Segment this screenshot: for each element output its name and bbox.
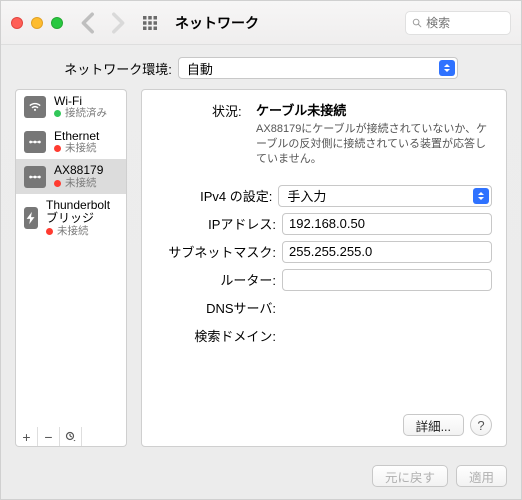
ipv4-config-popup[interactable]: 手入力 xyxy=(278,185,492,207)
status-subtext: AX88179にケーブルが接続されていないか、ケーブルの反対側に接続されている装… xyxy=(256,122,492,167)
router-label: ルーター: xyxy=(156,270,276,289)
status-label: 状況: xyxy=(212,101,246,120)
add-service-button[interactable]: + xyxy=(16,427,38,446)
help-button[interactable]: ? xyxy=(470,414,492,436)
back-button[interactable] xyxy=(79,12,101,34)
sidebar-item-name: Ethernet xyxy=(54,130,99,143)
revert-button[interactable]: 元に戻す xyxy=(372,465,448,487)
status-dot-icon xyxy=(46,228,53,235)
status-dot-icon xyxy=(54,145,61,152)
search-domain-label: 検索ドメイン: xyxy=(156,326,276,345)
ip-address-field[interactable] xyxy=(282,213,492,235)
status-header: 状況: ケーブル未接続 AX88179にケーブルが接続されていないか、ケーブルの… xyxy=(212,100,492,167)
chevron-updown-icon xyxy=(439,60,455,76)
detail-pane: 状況: ケーブル未接続 AX88179にケーブルが接続されていないか、ケーブルの… xyxy=(141,89,507,447)
window-footer: 元に戻す 適用 xyxy=(1,457,521,499)
wifi-icon xyxy=(24,96,46,118)
ipv4-form: IPv4 の設定: 手入力 IPアドレス: サブネットマスク: xyxy=(156,185,492,353)
search-domain-value xyxy=(282,325,492,347)
zoom-icon[interactable] xyxy=(51,17,63,29)
detail-footer: 詳細... ? xyxy=(156,406,492,436)
sidebar-item-status: 接続済み xyxy=(65,108,107,120)
sidebar-item-status: 未接続 xyxy=(57,226,89,238)
location-value: 自動 xyxy=(187,59,213,78)
apply-button[interactable]: 適用 xyxy=(456,465,507,487)
sidebar-item-status: 未接続 xyxy=(65,178,97,190)
sidebar-item-name: AX88179 xyxy=(54,164,103,177)
ethernet-icon xyxy=(24,166,46,188)
ipv4-config-value: 手入力 xyxy=(287,186,326,205)
router-field[interactable] xyxy=(282,269,492,291)
sidebar-item-thunderbolt-ブリッジ[interactable]: Thunderbolt ブリッジ未接続 xyxy=(16,194,126,242)
status-value: ケーブル未接続 xyxy=(256,100,492,119)
status-dot-icon xyxy=(54,110,61,117)
chevron-updown-icon xyxy=(473,188,489,204)
ip-address-label: IPアドレス: xyxy=(156,214,276,233)
advanced-button[interactable]: 詳細... xyxy=(403,414,464,436)
titlebar: ネットワーク xyxy=(1,1,521,45)
thunderbolt-icon xyxy=(24,207,38,229)
sidebar-item-wi-fi[interactable]: Wi-Fi接続済み xyxy=(16,90,126,125)
search-input[interactable] xyxy=(426,16,504,30)
sidebar-wrap: Wi-Fi接続済みEthernet未接続AX88179未接続Thunderbol… xyxy=(15,89,127,447)
location-popup[interactable]: 自動 xyxy=(178,57,458,79)
sidebar-item-ax88179[interactable]: AX88179未接続 xyxy=(16,159,126,194)
nav-buttons xyxy=(79,12,127,34)
service-list-footer: + − xyxy=(15,427,127,447)
show-all-button[interactable] xyxy=(139,12,161,34)
sidebar-item-status: 未接続 xyxy=(65,143,97,155)
ipv4-config-label: IPv4 の設定: xyxy=(156,186,272,205)
search-icon xyxy=(412,17,422,29)
sidebar-item-name: Thunderbolt ブリッジ xyxy=(46,199,118,225)
ethernet-icon xyxy=(24,131,46,153)
close-icon[interactable] xyxy=(11,17,23,29)
service-action-menu[interactable] xyxy=(60,427,82,446)
network-prefs-window: ネットワーク ネットワーク環境: 自動 Wi-Fi接続済みEthernet未接続… xyxy=(0,0,522,500)
location-row: ネットワーク環境: 自動 xyxy=(1,45,521,89)
dns-label: DNSサーバ: xyxy=(156,298,276,317)
subnet-mask-field[interactable] xyxy=(282,241,492,263)
service-list: Wi-Fi接続済みEthernet未接続AX88179未接続Thunderbol… xyxy=(15,89,127,427)
sidebar-item-ethernet[interactable]: Ethernet未接続 xyxy=(16,125,126,160)
dns-value xyxy=(282,297,492,319)
location-label: ネットワーク環境: xyxy=(64,59,172,78)
forward-button[interactable] xyxy=(105,12,127,34)
traffic-lights xyxy=(11,17,63,29)
remove-service-button[interactable]: − xyxy=(38,427,60,446)
minimize-icon[interactable] xyxy=(31,17,43,29)
search-field[interactable] xyxy=(405,11,511,35)
status-dot-icon xyxy=(54,180,61,187)
window-title: ネットワーク xyxy=(175,13,259,33)
subnet-mask-label: サブネットマスク: xyxy=(156,242,276,261)
